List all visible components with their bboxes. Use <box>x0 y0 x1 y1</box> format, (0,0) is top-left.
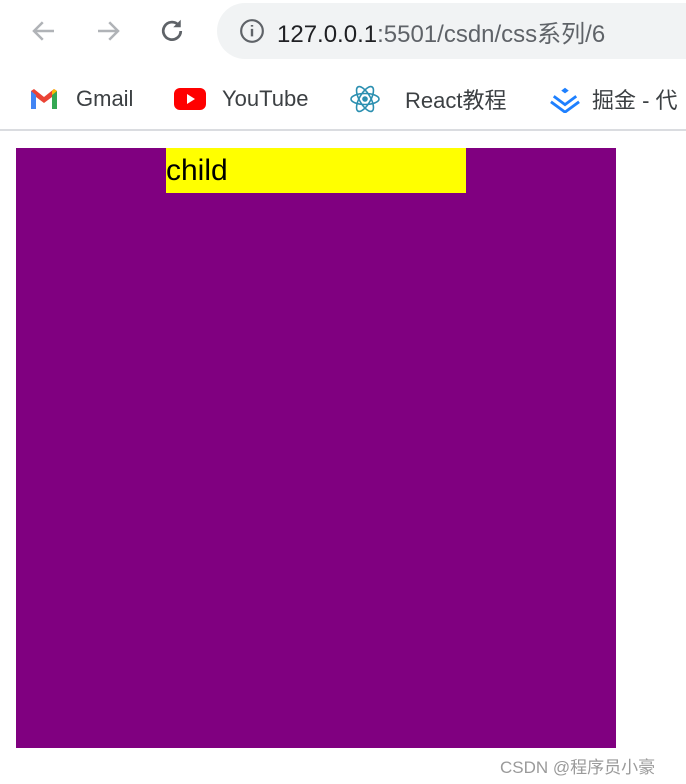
parent-box: child <box>16 148 616 748</box>
arrow-left-icon <box>32 21 54 41</box>
bookmark-label: React教程 <box>405 88 507 113</box>
info-icon[interactable] <box>239 18 265 44</box>
arrow-right-icon <box>98 21 120 41</box>
url-text[interactable]: 127.0.0.1:5501/csdn/css系列/6 <box>277 14 605 49</box>
bookmark-label: YouTube <box>222 86 309 111</box>
url-path: :5501/csdn/css系列/6 <box>377 20 606 48</box>
bookmark-label: 掘金 - 代 <box>592 88 678 113</box>
bookmark-gmail[interactable]: Gmail <box>28 84 133 114</box>
bookmark-juejin[interactable]: 掘金 - 代 <box>550 84 678 114</box>
youtube-icon <box>174 85 206 113</box>
url-host: 127.0.0.1 <box>277 20 378 48</box>
reload-button[interactable] <box>155 14 189 48</box>
child-box: child <box>166 148 466 193</box>
bookmark-react[interactable]: React教程 <box>349 84 506 114</box>
reload-icon <box>161 19 183 41</box>
forward-button[interactable] <box>91 14 125 48</box>
bookmark-label: Gmail <box>76 86 134 111</box>
browser-toolbar: 127.0.0.1:5501/csdn/css系列/6 Gmail YouTub… <box>0 0 686 131</box>
back-button[interactable] <box>27 14 61 48</box>
juejin-icon <box>550 85 580 113</box>
gmail-icon <box>28 85 60 113</box>
address-bar[interactable]: 127.0.0.1:5501/csdn/css系列/6 <box>217 3 686 59</box>
bookmark-youtube[interactable]: YouTube <box>174 84 308 114</box>
react-icon <box>349 85 381 113</box>
watermark: CSDN @程序员小豪 <box>500 758 656 777</box>
